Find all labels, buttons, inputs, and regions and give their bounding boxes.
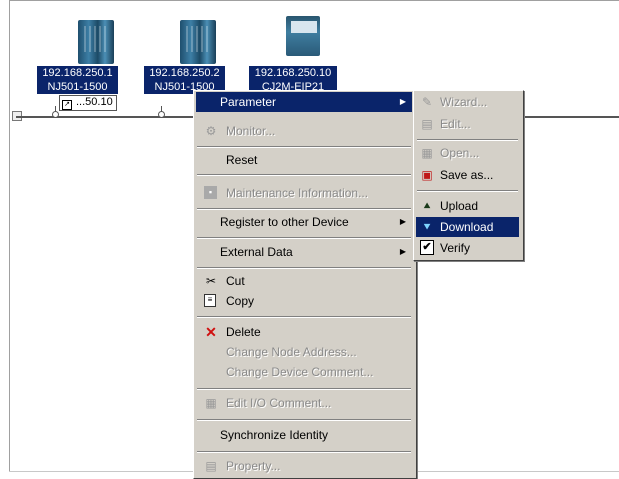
menu-item-parameter[interactable]: Parameter ▶: [196, 92, 412, 112]
delete-icon: ✕: [205, 324, 217, 340]
menu-separator: [197, 208, 411, 210]
download-icon: ⯆: [422, 220, 432, 234]
copy-icon: ≡: [204, 294, 216, 307]
device-ip-label[interactable]: 192.168.250.1: [37, 66, 118, 80]
nj-controller-icon[interactable]: [180, 20, 216, 64]
verify-check-icon: ✔: [420, 240, 434, 255]
menu-item-label: Upload: [440, 199, 479, 213]
menu-separator: [417, 190, 518, 192]
submenu-item-verify[interactable]: ✔ Verify: [416, 238, 519, 258]
menu-item-label: Verify: [440, 241, 471, 255]
menu-item-maintenance-information[interactable]: ▪ Maintenance Information...: [196, 183, 412, 203]
menu-item-cut[interactable]: ✂ Cut: [196, 271, 412, 291]
menu-item-label: Register to other Device: [220, 215, 349, 229]
menu-item-label: External Data: [220, 245, 293, 259]
parameter-submenu: ✎ Wizard... ▤ Edit... ▦ Open... ▣ Save a…: [413, 90, 524, 261]
menu-separator: [417, 139, 518, 141]
submenu-item-upload[interactable]: ⯅ Upload: [416, 196, 519, 216]
edit-io-icon: ▦: [205, 396, 217, 410]
menu-item-label: Parameter: [220, 95, 277, 109]
menu-item-external-data[interactable]: External Data ▶: [196, 242, 412, 262]
open-icon: ▦: [421, 146, 433, 160]
menu-separator: [197, 419, 411, 421]
submenu-item-download[interactable]: ⯆ Download: [416, 217, 519, 237]
menu-item-change-node-address[interactable]: Change Node Address...: [196, 342, 412, 362]
device-drop-joint: [158, 111, 165, 118]
menu-item-label: Save as...: [440, 168, 494, 182]
link-icon: ↗: [62, 100, 72, 110]
device-model-label[interactable]: NJ501-1500: [37, 80, 118, 94]
menu-separator: [197, 146, 411, 148]
monitor-icon: ⚙: [205, 124, 217, 138]
scissors-icon: ✂: [205, 274, 217, 288]
menu-item-change-device-comment[interactable]: Change Device Comment...: [196, 362, 412, 382]
property-icon: ▤: [205, 459, 217, 473]
menu-item-label: Delete: [226, 325, 261, 339]
menu-item-label: Property...: [226, 459, 281, 473]
device-drop-joint: [52, 111, 59, 118]
menu-item-label: Change Device Comment...: [226, 365, 374, 379]
edit-icon: ▤: [421, 117, 433, 131]
maintenance-icon: ▪: [204, 186, 217, 199]
canvas-border-left: [9, 0, 10, 472]
menu-item-label: Edit...: [440, 117, 471, 131]
cj-unit-icon[interactable]: [286, 16, 320, 56]
canvas-border-top: [9, 0, 619, 1]
menu-item-property[interactable]: ▤ Property...: [196, 456, 412, 476]
menu-separator: [197, 174, 411, 176]
menu-item-label: Monitor...: [226, 124, 276, 138]
menu-item-label: Copy: [226, 294, 255, 308]
menu-item-label: Wizard...: [440, 95, 488, 109]
menu-separator: [197, 316, 411, 318]
menu-item-synchronize-identity[interactable]: Synchronize Identity: [196, 425, 412, 445]
menu-item-delete[interactable]: ✕ Delete: [196, 322, 412, 342]
wizard-icon: ✎: [421, 95, 433, 109]
menu-item-label: Maintenance Information...: [226, 186, 369, 200]
menu-item-label: Edit I/O Comment...: [226, 396, 332, 410]
submenu-item-wizard[interactable]: ✎ Wizard...: [416, 92, 519, 112]
menu-separator: [197, 451, 411, 453]
menu-separator: [197, 388, 411, 390]
device-status-box: ↗ ...50.10: [59, 95, 117, 111]
menu-item-register-to-other-device[interactable]: Register to other Device ▶: [196, 212, 412, 232]
device-ip-label[interactable]: 192.168.250.2: [144, 66, 225, 80]
submenu-item-open[interactable]: ▦ Open...: [416, 143, 519, 163]
submenu-arrow-icon: ▶: [399, 247, 406, 256]
menu-item-label: Synchronize Identity: [220, 428, 329, 442]
save-as-icon: ▣: [421, 168, 433, 182]
menu-item-edit-io-comment[interactable]: ▦ Edit I/O Comment...: [196, 393, 412, 413]
menu-item-label: Open...: [440, 146, 480, 160]
nj-controller-icon[interactable]: [78, 20, 114, 64]
menu-separator: [197, 237, 411, 239]
submenu-arrow-icon: ▶: [399, 97, 406, 106]
submenu-arrow-icon: ▶: [399, 217, 406, 226]
menu-item-monitor[interactable]: ⚙ Monitor...: [196, 121, 412, 141]
menu-item-reset[interactable]: Reset: [196, 150, 412, 170]
menu-item-label: Cut: [226, 274, 245, 288]
upload-icon: ⯅: [422, 199, 432, 213]
submenu-item-edit[interactable]: ▤ Edit...: [416, 114, 519, 134]
menu-item-label: Reset: [226, 153, 258, 167]
menu-item-label: Change Node Address...: [226, 345, 357, 359]
menu-item-label: Download: [440, 220, 494, 234]
menu-item-copy[interactable]: ≡ Copy: [196, 291, 412, 311]
device-status-text: ...50.10: [76, 96, 113, 108]
device-ip-label[interactable]: 192.168.250.10: [249, 66, 337, 80]
device-context-menu: Parameter ▶ ⚙ Monitor... Reset ▪ Mainten…: [193, 90, 417, 479]
submenu-item-save-as[interactable]: ▣ Save as...: [416, 165, 519, 185]
menu-separator: [197, 267, 411, 269]
